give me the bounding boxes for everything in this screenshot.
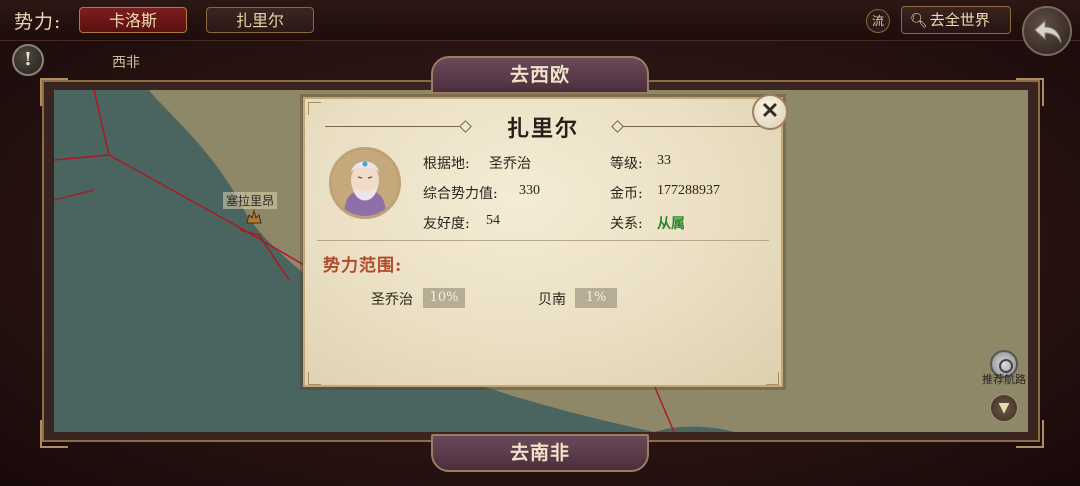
faction-label: 势力: [14, 11, 62, 33]
alert-icon[interactable]: ! [12, 44, 44, 76]
frame-corner [1016, 78, 1044, 106]
base-value: 圣乔治 [489, 156, 531, 172]
go-west-europe-button[interactable]: 去西欧 [431, 56, 649, 94]
gold-value: 177288937 [657, 183, 720, 198]
power-value: 330 [519, 183, 540, 198]
sphere-percent: 10% [423, 288, 465, 308]
sphere-percent: 1% [575, 288, 617, 308]
friendship-value: 54 [486, 213, 500, 228]
back-button[interactable] [1022, 6, 1072, 56]
relation-value: 从属 [657, 216, 685, 232]
power-label: 综合势力值: [423, 186, 498, 202]
old-man-portrait-icon [332, 150, 398, 216]
sphere-name: 贝南 [538, 292, 566, 308]
chevron-down-icon[interactable]: ▼ [990, 394, 1018, 422]
route-label: 推荐航路 [982, 373, 1026, 386]
frame-corner [40, 420, 68, 448]
back-arrow-icon [1034, 19, 1062, 44]
close-icon[interactable]: ✕ [752, 94, 788, 130]
faction-info-popup: 扎里尔 根据地: 圣乔治 综合势力值: 330 友好度: 54 等级: 33 金… [303, 97, 783, 387]
popup-corner [308, 372, 321, 385]
faction-tab-carlos[interactable]: 卡洛斯 [79, 7, 187, 33]
sphere-name: 圣乔治 [371, 292, 413, 308]
region-name: 西非 [112, 55, 140, 71]
go-south-africa-button[interactable]: 去南非 [431, 434, 649, 472]
city-label[interactable]: 塞拉里昂 [223, 192, 278, 209]
frame-corner [1016, 420, 1044, 448]
base-label: 根据地: [423, 156, 470, 172]
section-divider [317, 240, 769, 241]
frame-corner [40, 78, 68, 106]
port-icon[interactable] [245, 209, 263, 225]
leader-portrait [329, 147, 401, 219]
gold-label: 金币: [610, 186, 643, 202]
popup-corner [308, 102, 321, 115]
title-divider [623, 126, 763, 127]
popup-title: 扎里尔 [506, 116, 579, 142]
friendship-label: 友好度: [423, 216, 470, 232]
go-world-label: 去全世界 [929, 11, 990, 29]
top-bar: 势力: 卡洛斯 扎里尔 流 🔍︎ 去全世界 [0, 0, 1080, 41]
faction-tab-zarir[interactable]: 扎里尔 [206, 7, 314, 33]
flow-button[interactable]: 流 [866, 9, 890, 33]
level-label: 等级: [610, 156, 643, 172]
go-world-button[interactable]: 🔍︎ 去全世界 [901, 6, 1011, 34]
sphere-title: 势力范围: [323, 256, 403, 276]
relation-label: 关系: [610, 216, 643, 232]
search-icon: 🔍︎ [910, 13, 928, 29]
level-value: 33 [657, 153, 671, 168]
popup-corner [766, 372, 779, 385]
